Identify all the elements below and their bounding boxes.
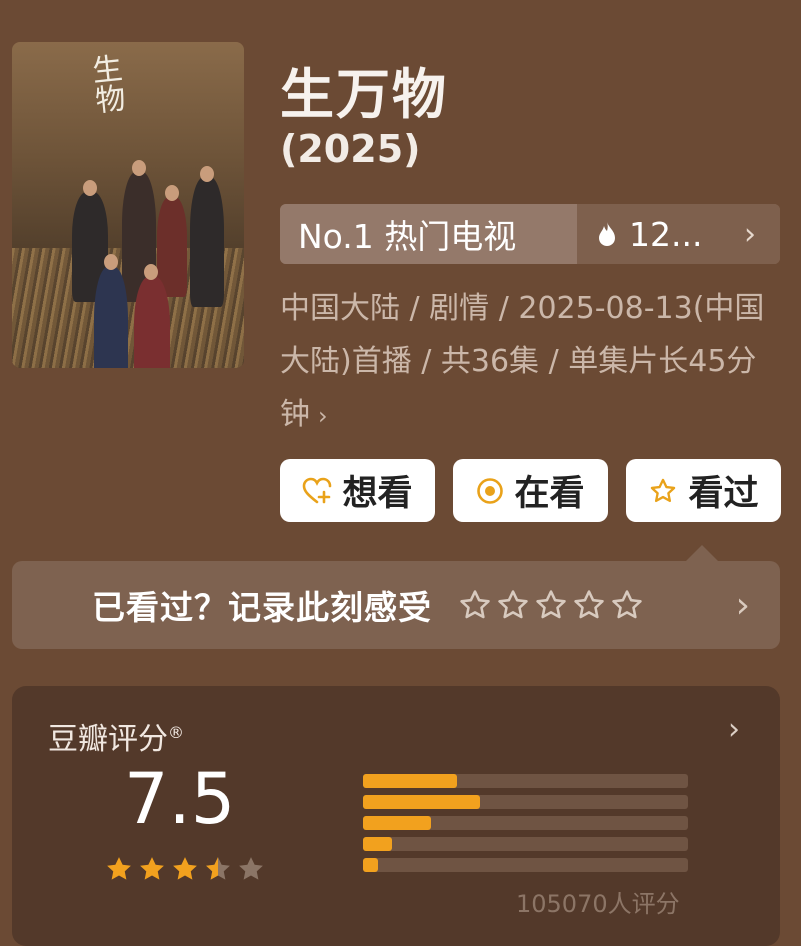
show-meta[interactable]: 中国大陆 / 剧情 / 2025-08-13(中国大陆)首播 / 共36集 / … bbox=[280, 282, 785, 443]
distribution-track bbox=[363, 858, 688, 872]
poster-figure bbox=[134, 277, 170, 368]
show-title: 生万物 bbox=[280, 63, 448, 126]
star-empty-icon bbox=[239, 857, 263, 880]
hot-value: 12... bbox=[629, 214, 703, 254]
star-filled-icon bbox=[173, 857, 197, 880]
distribution-bar-1-star bbox=[363, 858, 378, 872]
flame-icon bbox=[599, 222, 615, 246]
star-filled-icon bbox=[140, 857, 164, 880]
chevron-right-icon: › bbox=[318, 402, 328, 430]
poster-figure-head bbox=[104, 254, 118, 270]
star-outline-icon[interactable] bbox=[496, 588, 530, 622]
distribution-track bbox=[363, 774, 688, 788]
distribution-bar-2-star bbox=[363, 837, 393, 851]
watching-button[interactable]: 在看 bbox=[453, 459, 608, 522]
record-feeling-bar[interactable]: 已看过？记录此刻感受 › bbox=[12, 561, 780, 649]
poster-figure-head bbox=[83, 180, 97, 196]
poster-figure-head bbox=[144, 264, 158, 280]
hot-index[interactable]: 12... › bbox=[577, 204, 780, 264]
chevron-right-icon[interactable]: › bbox=[728, 712, 740, 747]
poster-figure bbox=[190, 177, 224, 307]
score-stars bbox=[104, 854, 266, 884]
distribution-bar-5-star bbox=[363, 774, 458, 788]
heart-plus-icon bbox=[303, 477, 332, 503]
want-label: 想看 bbox=[342, 474, 413, 514]
rate-stars[interactable] bbox=[458, 588, 644, 622]
watched-label: 看过 bbox=[688, 474, 759, 514]
chevron-right-icon: › bbox=[744, 216, 756, 252]
star-outline-icon[interactable] bbox=[610, 588, 644, 622]
poster-figure bbox=[94, 267, 128, 368]
rating-title: 豆瓣评分® bbox=[48, 714, 184, 758]
star-outline-icon[interactable] bbox=[572, 588, 606, 622]
star-half-icon bbox=[206, 857, 230, 880]
popover-pointer bbox=[686, 545, 718, 561]
poster-figure-head bbox=[165, 185, 179, 201]
poster-figure-head bbox=[132, 160, 146, 176]
star-filled-icon bbox=[107, 857, 131, 880]
registered-mark: ® bbox=[168, 723, 184, 742]
rating-count: 105070人评分 bbox=[516, 890, 680, 918]
record-feeling-text: 已看过？记录此刻感受 bbox=[92, 588, 432, 627]
show-year: (2025) bbox=[280, 127, 421, 171]
want-to-watch-button[interactable]: 想看 bbox=[280, 459, 435, 522]
meta-text: 中国大陆 / 剧情 / 2025-08-13(中国大陆)首播 / 共36集 / … bbox=[280, 291, 765, 432]
rating-score: 7.5 bbox=[124, 758, 236, 840]
rank-bar[interactable]: No.1 热门电视 12... › bbox=[280, 204, 780, 264]
star-outline-icon[interactable] bbox=[534, 588, 568, 622]
rating-title-text: 豆瓣评分 bbox=[48, 722, 168, 757]
poster-image[interactable]: 生物 bbox=[12, 42, 244, 368]
watched-button[interactable]: 看过 bbox=[626, 459, 781, 522]
star-outline-icon[interactable] bbox=[458, 588, 492, 622]
chevron-right-icon: › bbox=[735, 584, 750, 626]
poster-logo: 生物 bbox=[90, 51, 124, 120]
distribution-bar-4-star bbox=[363, 795, 480, 809]
distribution-track bbox=[363, 816, 688, 830]
watching-circle-icon bbox=[477, 477, 504, 504]
watching-label: 在看 bbox=[514, 474, 585, 514]
poster-figure-head bbox=[200, 166, 214, 182]
rank-label: No.1 热门电视 bbox=[280, 204, 577, 264]
star-outline-icon bbox=[651, 478, 676, 502]
distribution-track bbox=[363, 795, 688, 809]
distribution-bar-3-star bbox=[363, 816, 432, 830]
distribution-track bbox=[363, 837, 688, 851]
douban-rating-card[interactable]: 豆瓣评分® › 7.5 105070人评分 bbox=[12, 686, 780, 946]
